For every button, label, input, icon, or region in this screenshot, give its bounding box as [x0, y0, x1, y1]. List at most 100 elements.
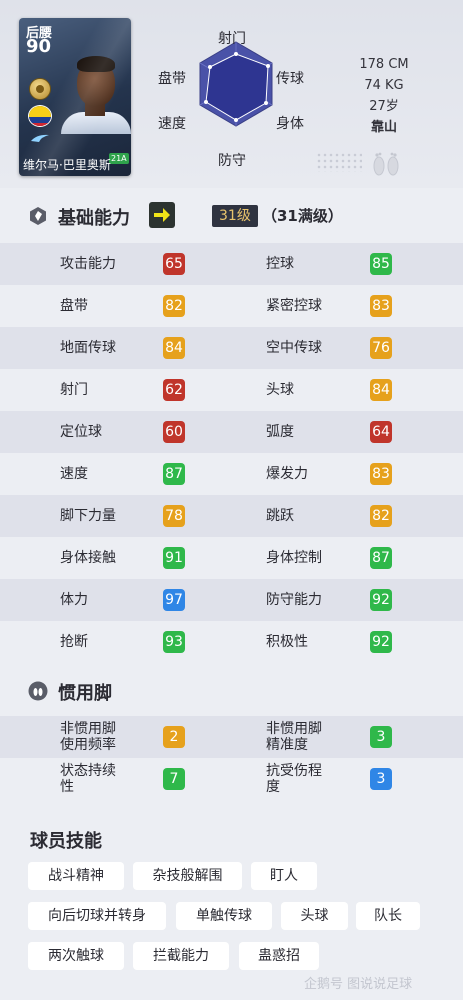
max-level-text: （31满级）: [262, 207, 343, 225]
stat-value-badge: 7: [163, 768, 185, 790]
ability-icon: [30, 207, 46, 225]
player-overall: 90: [26, 36, 52, 57]
level-pill: 31级: [212, 205, 258, 227]
stat-row: 身体接触 91 身体控制 87: [0, 537, 463, 579]
stat-label: 速度: [60, 466, 88, 482]
foot-title: 惯用脚: [58, 683, 112, 704]
stat-label: 状态持续 性: [60, 763, 116, 795]
stat-label: 控球: [266, 256, 294, 272]
skill-chip[interactable]: 队长: [356, 902, 420, 930]
skill-chip[interactable]: 蛊惑招: [239, 942, 319, 970]
stat-value-badge: 85: [370, 253, 392, 275]
colombia-flag-icon: [28, 105, 52, 127]
skill-chip[interactable]: 杂技般解围: [133, 862, 242, 890]
stat-label: 身体接触: [60, 550, 116, 566]
stat-value-badge: 82: [370, 505, 392, 527]
stat-value-badge: 97: [163, 589, 185, 611]
stat-label: 紧密控球: [266, 298, 322, 314]
skill-chip[interactable]: 头球: [281, 902, 348, 930]
player-height: 178 CM: [359, 57, 409, 72]
stat-value-badge: 93: [163, 631, 185, 653]
player-age: 27岁: [369, 99, 399, 114]
stat-value-badge: 91: [163, 547, 185, 569]
stat-row: 盘带 82 紧密控球 83: [0, 285, 463, 327]
stat-label: 头球: [266, 382, 294, 398]
skill-chip[interactable]: 单触传球: [176, 902, 272, 930]
foot-header: 惯用脚: [0, 671, 463, 711]
upgrade-arrow-button[interactable]: [149, 202, 175, 228]
foot-stats-table: 非惯用脚 使用频率 2 非惯用脚 精准度 3 状态持续 性 7 抗受伤程 度 3: [0, 716, 463, 800]
stat-label: 抢断: [60, 634, 88, 650]
stat-value-badge: 92: [370, 631, 392, 653]
footprint-icon: [28, 681, 48, 701]
stat-label: 非惯用脚 精准度: [266, 721, 322, 753]
radar-label-passing: 传球: [276, 71, 304, 87]
player-foot: 靠山: [370, 120, 397, 135]
skill-chip[interactable]: 盯人: [251, 862, 317, 890]
stat-label: 抗受伤程 度: [266, 763, 322, 795]
stat-value-badge: 3: [370, 768, 392, 790]
stat-label: 盘带: [60, 298, 88, 314]
stat-value-badge: 65: [163, 253, 185, 275]
stat-value-badge: 60: [163, 421, 185, 443]
stat-row: 非惯用脚 使用频率 2 非惯用脚 精准度 3: [0, 716, 463, 758]
radar-label-shooting: 射门: [218, 31, 246, 47]
feet-icon: [373, 152, 399, 176]
stat-label: 攻击能力: [60, 256, 116, 272]
stat-label: 跳跃: [266, 508, 294, 524]
stat-label: 体力: [60, 592, 88, 608]
stat-label: 脚下力量: [60, 508, 116, 524]
stat-label: 积极性: [266, 634, 308, 650]
stat-label: 地面传球: [60, 340, 116, 356]
player-weight: 74 KG: [364, 78, 404, 93]
stat-value-badge: 92: [370, 589, 392, 611]
skill-chip[interactable]: 拦截能力: [133, 942, 229, 970]
basic-abilities-title: 基础能力: [58, 208, 130, 229]
player-card[interactable]: 后腰 90 21A 维尔马·巴里奥斯: [19, 18, 131, 176]
stat-label: 射门: [60, 382, 88, 398]
decorative-dots: [316, 152, 362, 172]
stat-row: 体力 97 防守能力 92: [0, 579, 463, 621]
skill-chip[interactable]: 战斗精神: [28, 862, 124, 890]
watermark-text: 企鹅号 图说说足球: [304, 977, 413, 992]
radar-label-defending: 防守: [218, 153, 246, 169]
skills-title: 球员技能: [30, 831, 102, 852]
physical-info: 178 CM 74 KG 27岁 靠山: [346, 54, 422, 138]
stat-label: 身体控制: [266, 550, 322, 566]
club-logo-icon: [29, 132, 51, 144]
player-name: 维尔马·巴里奥斯: [23, 158, 111, 172]
card-version-badge: 21A: [109, 153, 129, 164]
stat-label: 非惯用脚 使用频率: [60, 721, 116, 753]
stat-value-badge: 82: [163, 295, 185, 317]
stat-value-badge: 3: [370, 726, 392, 748]
skill-chip[interactable]: 向后切球并转身: [28, 902, 166, 930]
stat-value-badge: 87: [163, 463, 185, 485]
featured-coin-icon: [29, 78, 51, 100]
skill-chip[interactable]: 两次触球: [28, 942, 124, 970]
stat-label: 弧度: [266, 424, 294, 440]
stat-value-badge: 76: [370, 337, 392, 359]
radar-label-speed: 速度: [158, 116, 186, 132]
stat-label: 防守能力: [266, 592, 322, 608]
stat-value-badge: 2: [163, 726, 185, 748]
stat-value-badge: 84: [163, 337, 185, 359]
radar-label-physical: 身体: [276, 116, 304, 132]
stat-value-badge: 78: [163, 505, 185, 527]
stat-row: 状态持续 性 7 抗受伤程 度 3: [0, 758, 463, 800]
stat-row: 抢断 93 积极性 92: [0, 621, 463, 663]
stat-label: 定位球: [60, 424, 102, 440]
stat-value-badge: 87: [370, 547, 392, 569]
stat-row: 速度 87 爆发力 83: [0, 453, 463, 495]
stat-value-badge: 62: [163, 379, 185, 401]
basic-stats-table: 攻击能力 65 控球 85 盘带 82 紧密控球 83 地面传球 84 空中传球…: [0, 243, 463, 663]
stat-label: 空中传球: [266, 340, 322, 356]
stat-value-badge: 84: [370, 379, 392, 401]
stat-value-badge: 64: [370, 421, 392, 443]
stat-row: 射门 62 头球 84: [0, 369, 463, 411]
basic-abilities-header: 基础能力 31级 （31满级）: [0, 196, 463, 236]
stat-value-badge: 83: [370, 295, 392, 317]
player-header: 后腰 90 21A 维尔马·巴里奥斯 射门 盘带 传球 速度 身体 防守 178…: [0, 0, 463, 188]
stat-row: 脚下力量 78 跳跃 82: [0, 495, 463, 537]
radar-label-dribbling: 盘带: [158, 71, 186, 87]
stat-row: 定位球 60 弧度 64: [0, 411, 463, 453]
